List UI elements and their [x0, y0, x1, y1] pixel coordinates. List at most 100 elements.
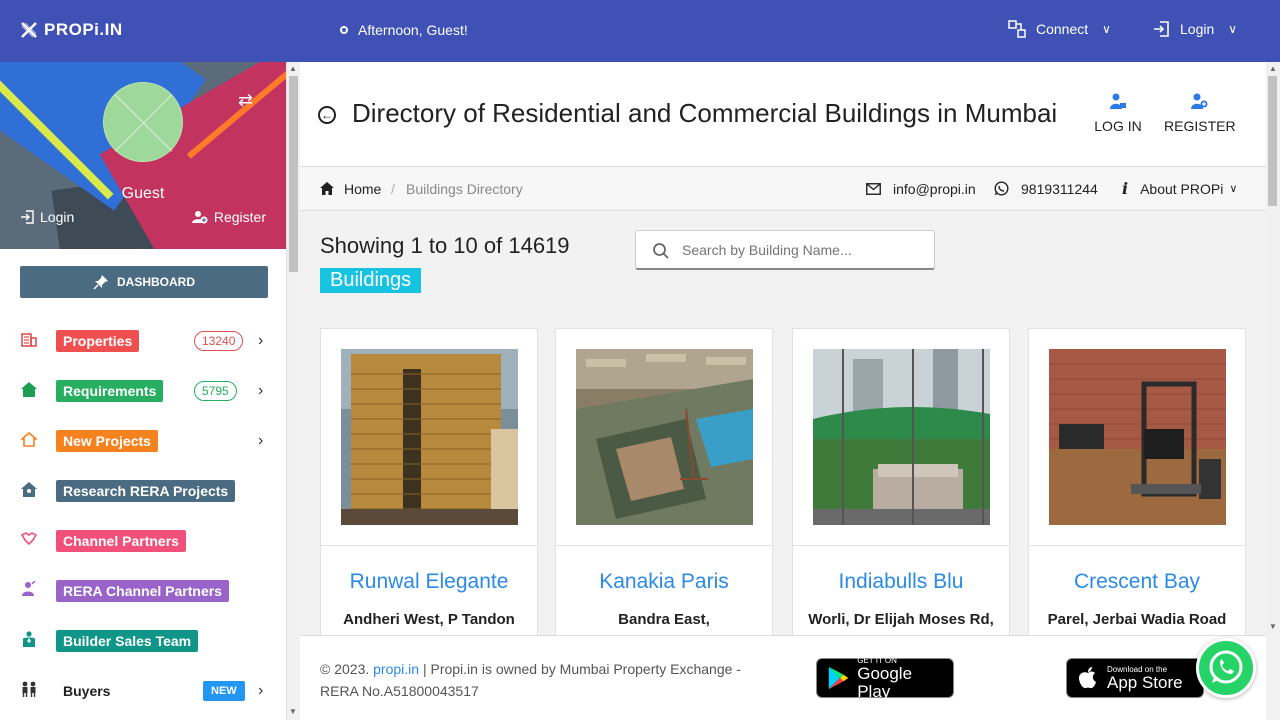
building-name[interactable]: Crescent Bay [1029, 570, 1245, 594]
propi-logo-icon [21, 22, 37, 38]
search-icon [653, 243, 669, 259]
building-name[interactable]: Kanakia Paris [556, 570, 772, 594]
back-arrow-icon[interactable]: ← [318, 106, 336, 124]
email-text: info@propi.in [893, 180, 976, 197]
sidebar-register-link[interactable]: Register [191, 209, 266, 225]
sidebar-login-link[interactable]: Login [20, 209, 74, 225]
building-photo[interactable] [576, 349, 753, 525]
sidebar-item-requirements[interactable]: Requirements 5795 › [0, 366, 286, 416]
building-address: Worli, Dr Elijah Moses Rd, [808, 611, 994, 628]
whatsapp-chat-button[interactable] [1196, 638, 1256, 698]
about-label: About PROPi [1140, 180, 1224, 197]
info-icon: i [1122, 179, 1129, 198]
scroll-up-icon[interactable]: ▲ [289, 64, 297, 73]
sidebar-item-label: Research RERA Projects [56, 480, 236, 502]
card-divider [556, 545, 772, 546]
building-photo[interactable] [813, 349, 990, 525]
sidebar-item-buyers[interactable]: Buyers NEW › [0, 666, 286, 716]
connect-icon [1008, 20, 1026, 38]
card-divider [793, 545, 1009, 546]
avatar [103, 82, 183, 162]
brand-name: PROPi.IN [44, 20, 123, 39]
dashboard-button[interactable]: DASHBOARD [20, 266, 268, 298]
building-name[interactable]: Runwal Elegante [321, 570, 537, 594]
login-label: Login [1180, 21, 1215, 37]
scrollbar-thumb[interactable] [289, 76, 298, 272]
swap-icon[interactable]: ⇄ [238, 90, 253, 111]
chevron-right-icon[interactable]: › [258, 382, 263, 400]
brand-logo[interactable]: PROPi.IN [20, 20, 123, 40]
envelope-icon [866, 182, 881, 195]
sidebar-item-research-rera-projects[interactable]: Research RERA Projects [0, 466, 286, 516]
breadcrumb-bar: Home / Buildings Directory info@propi.in… [300, 167, 1266, 211]
chevron-down-icon: ∨ [1228, 22, 1238, 36]
sidebar-item-label: Buyers [63, 683, 111, 699]
building-card[interactable]: Indiabulls Blu Worli, Dr Elijah Moses Rd… [792, 328, 1010, 648]
sidebar-item-properties[interactable]: Properties 13240 › [0, 316, 286, 366]
sidebar-menu: Properties 13240 › Requirements 5795 › New Pro… [0, 316, 286, 716]
add-user-icon [191, 211, 208, 224]
sidebar-item-label: Channel Partners [56, 530, 186, 552]
pin-icon [93, 275, 108, 290]
sidebar-item-channel-partners[interactable]: Channel Partners [0, 516, 286, 566]
building-address: Bandra East, [618, 611, 710, 628]
app-store-text: App Store [1107, 672, 1183, 692]
search-box[interactable] [635, 230, 935, 270]
log-in-button[interactable]: LOG IN [1083, 92, 1153, 134]
scroll-down-icon[interactable]: ▼ [1269, 622, 1277, 631]
sidebar-item-label: Properties [56, 330, 140, 352]
copyright-prefix: © 2023. [320, 661, 370, 677]
count-badge: NEW [203, 681, 245, 701]
card-divider [321, 545, 537, 546]
top-bar: PROPi.IN Afternoon, Guest! Connect ∨ Log… [0, 0, 1280, 62]
sidebar-item-builder-sales-team[interactable]: Builder Sales Team [0, 616, 286, 666]
building-card[interactable]: Kanakia Paris Bandra East, [555, 328, 773, 648]
register-button[interactable]: REGISTER [1164, 92, 1236, 134]
site-link[interactable]: propi.in [373, 661, 419, 677]
whatsapp-phone-link[interactable]: 9819311244 [994, 181, 1098, 197]
chevron-right-icon[interactable]: › [258, 682, 263, 700]
breadcrumb-current: Buildings Directory [406, 180, 523, 197]
user-lock-icon [1110, 93, 1126, 109]
search-input[interactable] [682, 239, 922, 261]
sidebar-item-new-projects[interactable]: New Projects › [0, 416, 286, 466]
email-link[interactable]: info@propi.in [866, 181, 976, 197]
count-badge: 13240 [194, 331, 244, 351]
google-play-text: Google Play [857, 663, 913, 701]
log-in-label: LOG IN [1094, 118, 1142, 134]
sidebar-profile-banner: ⇄ Guest Login Register [0, 62, 286, 249]
building-photo[interactable] [341, 349, 518, 525]
chevron-right-icon[interactable]: › [258, 432, 263, 450]
login-menu[interactable]: Login ∨ [1152, 20, 1237, 38]
connect-menu[interactable]: Connect ∨ [1008, 20, 1111, 38]
scroll-up-icon[interactable]: ▲ [1269, 64, 1277, 73]
sidebar-scrollbar[interactable]: ▲ ▼ [286, 62, 300, 720]
page-scrollbar[interactable]: ▲ ▼ [1266, 62, 1280, 635]
home-icon [320, 182, 334, 195]
app-store-badge[interactable]: Download on the App Store [1066, 658, 1204, 698]
building-card[interactable]: Crescent Bay Parel, Jerbai Wadia Road [1028, 328, 1246, 648]
building-address: Parel, Jerbai Wadia Road [1047, 611, 1227, 628]
breadcrumb-home-label: Home [344, 180, 382, 197]
whatsapp-icon [1209, 650, 1243, 684]
sidebar-item-rera-channel-partners[interactable]: RERA Channel Partners [0, 566, 286, 616]
building-name[interactable]: Indiabulls Blu [793, 570, 1009, 594]
google-play-badge[interactable]: GET IT ON Google Play [816, 656, 954, 701]
building-address: Andheri West, P Tandon [343, 611, 515, 628]
scroll-down-icon[interactable]: ▼ [289, 707, 297, 716]
greeting: Afternoon, Guest! [340, 22, 468, 38]
results-count: Showing 1 to 10 of 14619 [320, 233, 570, 258]
about-menu[interactable]: i About PROPi ∨ [1122, 179, 1237, 198]
chevron-down-icon: ∨ [1229, 183, 1238, 195]
buildings-tag: Buildings [320, 268, 422, 293]
building-card[interactable]: Runwal Elegante Andheri West, P Tandon [320, 328, 538, 648]
count-badge: 5795 [194, 381, 237, 401]
scrollbar-thumb[interactable] [1268, 76, 1277, 206]
breadcrumb-separator: / [391, 180, 395, 197]
google-play-icon [828, 666, 849, 690]
guest-name: Guest [121, 185, 165, 202]
chevron-right-icon[interactable]: › [258, 332, 263, 350]
building-photo[interactable] [1049, 349, 1226, 525]
breadcrumb-home[interactable]: Home [320, 181, 381, 197]
card-divider [1029, 545, 1245, 546]
